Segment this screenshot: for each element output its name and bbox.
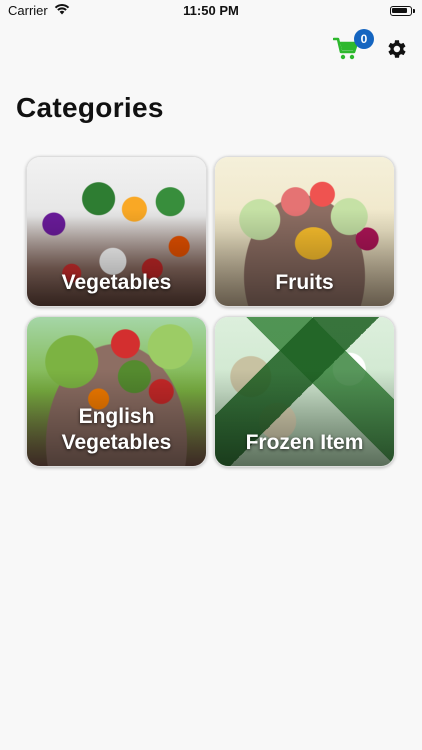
category-card-fruits[interactable]: Fruits xyxy=(214,156,395,307)
category-label: Vegetables xyxy=(61,271,172,294)
battery-level xyxy=(392,8,408,13)
status-left: Carrier xyxy=(8,3,70,18)
category-card-english-vegetables[interactable]: English Vegetables xyxy=(26,316,207,467)
carrier-name: Carrier xyxy=(8,3,48,18)
settings-button[interactable] xyxy=(382,37,410,65)
nav-actions: 0 xyxy=(332,29,410,72)
cart-button[interactable]: 0 xyxy=(332,29,374,65)
gear-icon xyxy=(384,37,408,66)
page-title: Categories xyxy=(16,92,164,123)
cart-count-badge: 0 xyxy=(354,29,374,49)
category-label: Frozen Item xyxy=(245,431,364,454)
battery-icon xyxy=(390,6,415,16)
status-time: 11:50 PM xyxy=(183,3,239,18)
wifi-icon xyxy=(54,3,70,18)
category-card-vegetables[interactable]: Vegetables xyxy=(26,156,207,307)
category-card-frozen-item[interactable]: Frozen Item xyxy=(214,316,395,467)
category-label: Fruits xyxy=(275,271,334,294)
category-grid: Vegetables Fruits English Vegetables Fro… xyxy=(26,156,396,467)
status-bar: Carrier 11:50 PM xyxy=(0,0,422,24)
category-label: English Vegetables xyxy=(61,405,172,454)
